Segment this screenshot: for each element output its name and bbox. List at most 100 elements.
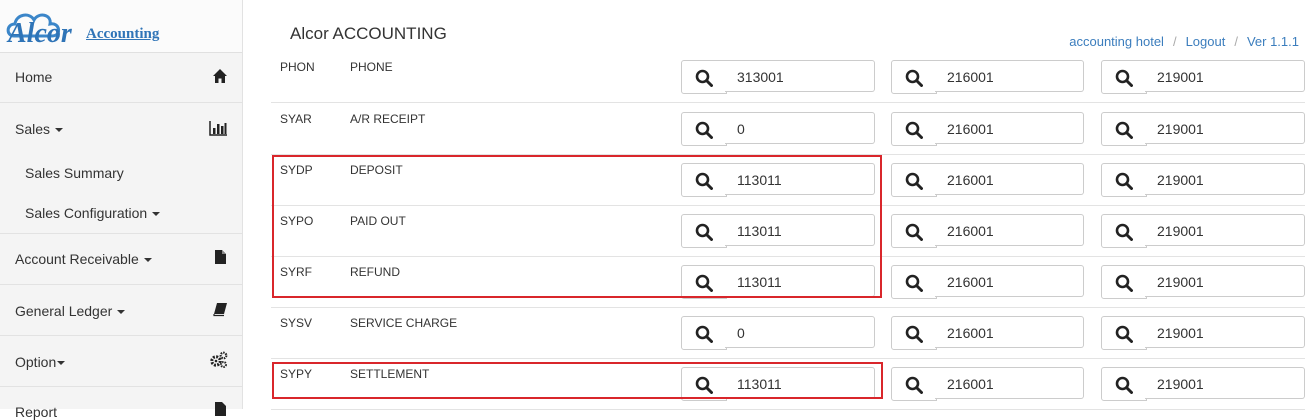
search-icon [1115,69,1133,87]
table-row: SYAR A/R RECEIPT 0 216001 219001 [271,103,1305,155]
account-input[interactable]: 216001 [935,163,1084,195]
row-code: PHON [280,60,315,74]
search-button[interactable] [891,163,937,197]
account-field: 219001 [1101,214,1305,248]
account-input[interactable]: 219001 [1145,265,1305,297]
sidebar-item-general-ledger[interactable]: General Ledger [0,285,242,336]
sidebar-item-label: Home [15,69,53,85]
row-description: A/R RECEIPT [350,112,426,126]
sidebar-item-sales-configuration[interactable]: Sales Configuration [0,195,242,234]
table-row: PHON PHONE 313001 216001 219001 [271,51,1305,103]
sidebar-item-home[interactable]: Home [0,52,242,103]
search-button[interactable] [681,316,727,350]
account-field: 219001 [1101,163,1305,197]
search-icon [1115,172,1133,190]
account-input[interactable]: 216001 [935,112,1084,144]
file-icon [215,402,226,416]
sidebar-item-label: Report [15,404,58,420]
search-button[interactable] [681,112,727,146]
search-button[interactable] [1101,316,1147,350]
divider: / [1234,34,1238,49]
search-icon [1115,223,1133,241]
account-input[interactable]: 313001 [725,60,875,92]
search-icon [905,325,923,343]
search-button[interactable] [1101,112,1147,146]
account-field: 313001 [681,60,875,94]
search-button[interactable] [891,60,937,94]
sidebar-item-label: Option [15,354,57,370]
logout-link[interactable]: Logout [1186,34,1226,49]
caret-down-icon [55,128,64,133]
caret-down-icon [117,310,126,315]
account-input[interactable]: 219001 [1145,367,1305,399]
table-row: SYSV SERVICE CHARGE 0 216001 219001 [271,307,1305,359]
search-icon [905,69,923,87]
caret-down-icon [152,212,161,217]
search-button[interactable] [891,316,937,350]
account-field: 216001 [891,316,1084,350]
search-icon [905,172,923,190]
file-icon [215,250,226,264]
sidebar-item-option[interactable]: Option [0,336,242,387]
divider: / [1172,34,1177,49]
search-button[interactable] [1101,265,1147,299]
search-button[interactable] [1101,367,1147,401]
account-field: 216001 [891,265,1084,299]
brand-logo[interactable]: Alcor Accounting [0,0,242,53]
account-input[interactable]: 0 [725,112,875,144]
sidebar-item-sales-summary[interactable]: Sales Summary [0,155,242,193]
user-link[interactable]: accounting hotel [1069,34,1164,49]
account-field: 216001 [891,367,1084,401]
search-button[interactable] [891,214,937,248]
accounting-link[interactable]: Accounting [86,26,159,43]
account-input[interactable]: 219001 [1145,316,1305,348]
search-icon [1115,121,1133,139]
caret-down-icon [57,361,66,366]
account-field: 0 [681,112,875,146]
search-button[interactable] [1101,214,1147,248]
search-icon [905,376,923,394]
caret-down-icon [143,258,152,263]
search-button[interactable] [891,265,937,299]
alcor-cloud-logo: Alcor [6,13,73,46]
account-field: 219001 [1101,316,1305,350]
account-input[interactable]: 216001 [935,60,1084,92]
account-field: 216001 [891,112,1084,146]
row-description: PHONE [350,60,393,74]
row-code: SYSV [280,316,313,330]
account-input[interactable]: 0 [725,316,875,348]
logo-text: Alcor [6,18,73,46]
sidebar: Alcor Accounting Home Sales Sales Summar… [0,0,243,420]
sidebar-item-sales[interactable]: Sales [0,103,242,153]
account-input[interactable]: 216001 [935,316,1084,348]
sidebar-item-account-receivable[interactable]: Account Receivable [0,234,242,285]
version-link[interactable]: Ver 1.1.1 [1247,34,1299,49]
search-button[interactable] [681,60,727,94]
account-input[interactable]: 219001 [1145,214,1305,246]
row-description: SERVICE CHARGE [350,316,458,330]
account-input[interactable]: 219001 [1145,60,1305,92]
search-icon [1115,376,1133,394]
account-input[interactable]: 216001 [935,265,1084,297]
account-input[interactable]: 219001 [1145,112,1305,144]
account-field: 219001 [1101,60,1305,94]
account-field: 219001 [1101,112,1305,146]
search-button[interactable] [891,367,937,401]
sidebar-item-label: General Ledger [15,303,113,319]
search-icon [695,121,713,139]
sidebar-item-label: Sales [15,121,51,137]
account-input[interactable]: 219001 [1145,163,1305,195]
sidebar-item-label: Sales Configuration [25,205,148,221]
search-button[interactable] [891,112,937,146]
bar-chart-icon [209,121,227,136]
account-field: 0 [681,316,875,350]
account-field: 219001 [1101,367,1305,401]
search-icon [1115,274,1133,292]
search-button[interactable] [1101,163,1147,197]
account-input[interactable]: 216001 [935,214,1084,246]
sidebar-item-report[interactable]: Report [0,387,242,420]
book-icon [213,303,227,317]
search-icon [905,121,923,139]
account-input[interactable]: 216001 [935,367,1084,399]
search-button[interactable] [1101,60,1147,94]
